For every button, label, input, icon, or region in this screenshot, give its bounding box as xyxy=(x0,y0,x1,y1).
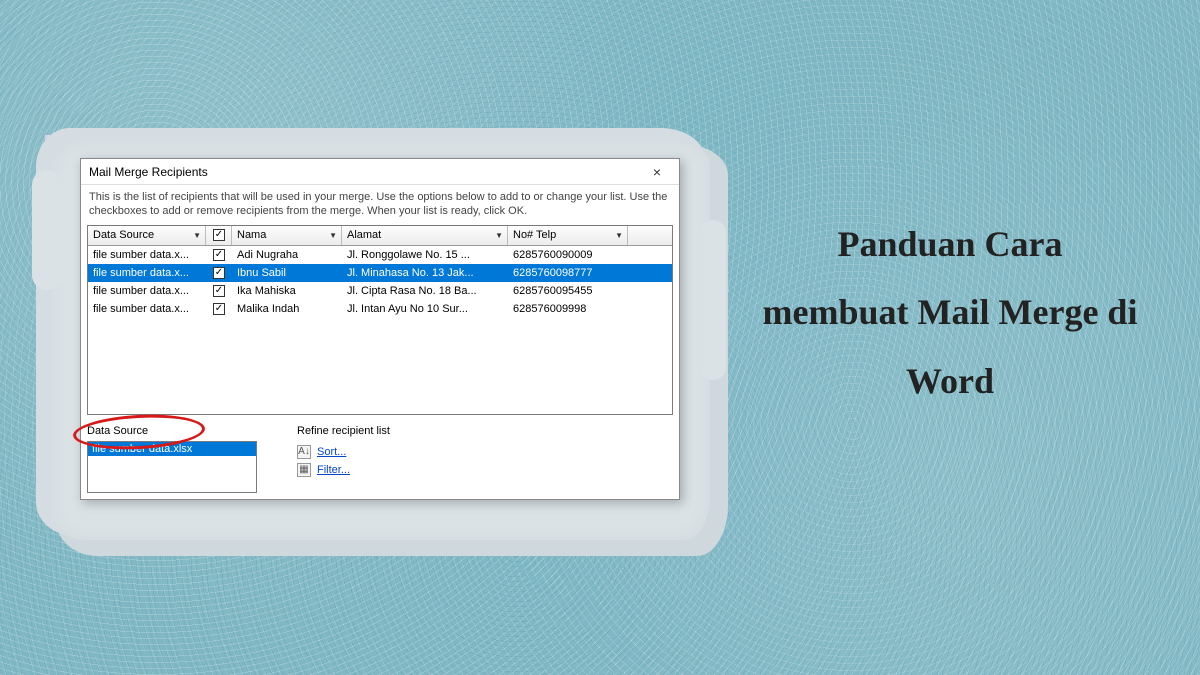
data-source-listbox[interactable]: file sumber data.xlsx xyxy=(87,441,257,493)
column-label: No# Telp xyxy=(513,229,556,241)
column-header-telp[interactable]: No# Telp ▼ xyxy=(508,226,628,245)
column-header-data-source[interactable]: Data Source ▼ xyxy=(88,226,206,245)
cell-telp: 6285760095455 xyxy=(508,282,628,300)
cell-alamat: Jl. Ronggolawe No. 15 ... xyxy=(342,246,508,264)
close-button[interactable]: × xyxy=(641,162,673,182)
column-header-nama[interactable]: Nama ▼ xyxy=(232,226,342,245)
column-header-checkbox[interactable]: ✓ xyxy=(206,226,232,245)
dialog-titlebar: Mail Merge Recipients × xyxy=(81,159,679,185)
sort-arrow-icon: ▼ xyxy=(495,231,503,240)
filter-link[interactable]: Filter... xyxy=(317,464,350,476)
cell-data-source: file sumber data.x... xyxy=(88,246,206,264)
row-checkbox[interactable]: ✓ xyxy=(213,303,225,315)
header-checkbox[interactable]: ✓ xyxy=(213,229,225,241)
cell-alamat: Jl. Intan Ayu No 10 Sur... xyxy=(342,300,508,318)
cell-checkbox[interactable]: ✓ xyxy=(206,282,232,300)
mail-merge-recipients-dialog: Mail Merge Recipients × This is the list… xyxy=(80,158,680,500)
recipients-table: Data Source ▼ ✓ Nama ▼ Alamat ▼ No# Telp… xyxy=(87,225,673,415)
row-checkbox[interactable]: ✓ xyxy=(213,249,225,261)
cell-nama: Ika Mahiska xyxy=(232,282,342,300)
cell-checkbox[interactable]: ✓ xyxy=(206,246,232,264)
column-header-alamat[interactable]: Alamat ▼ xyxy=(342,226,508,245)
sort-arrow-icon: ▼ xyxy=(615,231,623,240)
refine-panel: Refine recipient list A↓ Sort... ▦ Filte… xyxy=(297,425,673,493)
cell-telp: 6285760098777 xyxy=(508,264,628,282)
cell-data-source: file sumber data.x... xyxy=(88,264,206,282)
sort-link[interactable]: Sort... xyxy=(317,446,346,458)
dialog-title: Mail Merge Recipients xyxy=(89,165,208,179)
cell-nama: Adi Nugraha xyxy=(232,246,342,264)
table-row[interactable]: file sumber data.x... ✓ Adi NugrahaJl. Ron… xyxy=(88,246,672,264)
column-label: Data Source xyxy=(93,229,154,241)
sort-link-row: A↓ Sort... xyxy=(297,443,673,461)
dialog-instructions: This is the list of recipients that will… xyxy=(81,185,679,225)
cell-telp: 6285760090009 xyxy=(508,246,628,264)
cell-nama: Malika Indah xyxy=(232,300,342,318)
row-checkbox[interactable]: ✓ xyxy=(213,267,225,279)
cell-nama: Ibnu Sabil xyxy=(232,264,342,282)
table-header: Data Source ▼ ✓ Nama ▼ Alamat ▼ No# Telp… xyxy=(88,226,672,246)
column-label: Nama xyxy=(237,229,266,241)
cell-checkbox[interactable]: ✓ xyxy=(206,264,232,282)
cell-telp: 628576009998 xyxy=(508,300,628,318)
cell-checkbox[interactable]: ✓ xyxy=(206,300,232,318)
data-source-panel: Data Source file sumber data.xlsx xyxy=(87,425,257,493)
sort-arrow-icon: ▼ xyxy=(193,231,201,240)
data-source-label: Data Source xyxy=(87,425,257,437)
ribbon-strip xyxy=(44,134,658,156)
cell-data-source: file sumber data.x... xyxy=(88,282,206,300)
page-side-title: Panduan Cara membuat Mail Merge di Word xyxy=(760,210,1140,415)
cell-alamat: Jl. Minahasa No. 13 Jak... xyxy=(342,264,508,282)
filter-link-row: ▦ Filter... xyxy=(297,461,673,479)
column-label: Alamat xyxy=(347,229,381,241)
sort-arrow-icon: ▼ xyxy=(329,231,337,240)
refine-label: Refine recipient list xyxy=(297,425,673,437)
table-row[interactable]: file sumber data.x... ✓ Malika IndahJl. In… xyxy=(88,300,672,318)
filter-icon: ▦ xyxy=(297,463,311,477)
row-checkbox[interactable]: ✓ xyxy=(213,285,225,297)
table-row[interactable]: file sumber data.x... ✓ Ibnu SabilJl. Mina… xyxy=(88,264,672,282)
data-source-item[interactable]: file sumber data.xlsx xyxy=(88,442,256,456)
cell-data-source: file sumber data.x... xyxy=(88,300,206,318)
cell-alamat: Jl. Cipta Rasa No. 18 Ba... xyxy=(342,282,508,300)
sort-icon: A↓ xyxy=(297,445,311,459)
paint-frame: Mail Merge Recipients × This is the list… xyxy=(50,140,710,540)
table-row[interactable]: file sumber data.x... ✓ Ika MahiskaJl. Cip… xyxy=(88,282,672,300)
